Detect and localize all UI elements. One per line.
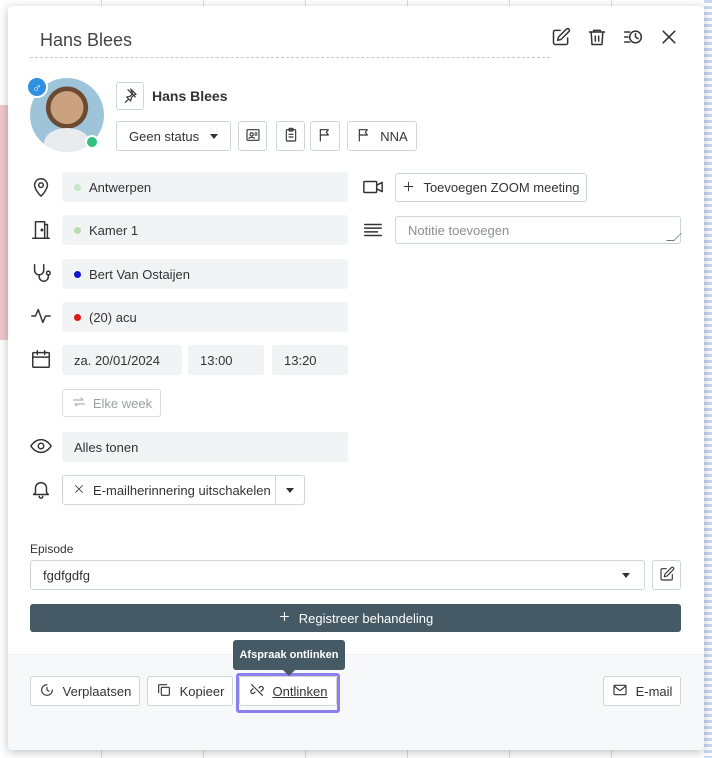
repeat-label: Elke week [92,395,153,411]
flag-nna-button[interactable]: NNA [347,121,417,151]
chevron-down-icon [210,133,218,139]
email-button[interactable]: E-mail [603,676,681,706]
door-icon [30,219,52,241]
activity-pulse-icon [30,305,52,327]
status-select[interactable]: Geen status [116,121,231,151]
calendar-icon [30,348,52,370]
header-actions [550,26,680,48]
online-status-dot [85,135,99,149]
date-field[interactable]: za. 20/01/2024 [62,345,182,375]
edit-icon [659,566,675,585]
appointment-title: Hans Blees [40,30,133,50]
avatar-shirt [44,128,90,152]
eye-icon [30,435,52,457]
unlink-label: Ontlinken [272,683,328,699]
trash-icon[interactable] [586,26,608,48]
episode-label: Episode [30,542,74,556]
note-placeholder: Notitie toevoegen [408,223,510,238]
chevron-down-icon [286,487,294,493]
register-treatment-button[interactable]: Registreer behandeling [30,604,681,632]
calendar-event-strip-right [704,0,712,758]
copy-icon [156,682,172,701]
episode-select[interactable]: fgdfgdfg [30,560,645,590]
mail-icon [612,682,628,701]
practitioner-color-dot [74,270,81,278]
location-color-dot [74,183,81,191]
copy-label: Kopieer [179,683,225,699]
repeat-button[interactable]: Elke week [62,389,161,417]
move-label: Verplaatsen [62,683,132,699]
note-textarea[interactable]: Notitie toevoegen [395,216,681,244]
room-value: Kamer 1 [89,222,139,238]
practitioner-value: Bert Van Ostaijen [89,266,190,282]
reminder-label: E-mailherinnering uitschakelen [93,482,271,498]
unlink-icon [249,682,265,701]
location-pin-icon [30,176,52,198]
visibility-value: Alles tonen [74,439,139,455]
close-icon [73,483,85,498]
practitioner-field[interactable]: Bert Van Ostaijen [62,259,348,289]
video-camera-icon [362,176,384,198]
location-field[interactable]: Antwerpen [62,172,348,202]
copy-button[interactable]: Kopieer [147,676,233,706]
start-time-field[interactable]: 13:00 [188,345,264,375]
clipboard-button[interactable] [276,121,305,151]
contact-card-icon [245,127,261,146]
status-select-value: Geen status [129,128,200,144]
register-treatment-label: Registreer behandeling [298,610,434,626]
unlink-button[interactable]: Ontlinken [239,676,337,706]
flag-button[interactable] [310,121,340,151]
flag-icon [356,127,372,146]
patient-name: Hans Blees [152,88,228,104]
treatment-value: (20) acu [89,309,137,325]
end-time-field[interactable]: 13:20 [272,345,348,375]
contact-card-button[interactable] [238,121,267,151]
treatment-field[interactable]: (20) acu [62,302,348,332]
clipboard-icon [283,127,299,146]
room-color-dot [74,226,81,234]
calendar-event-strip [0,105,8,340]
reminder-button[interactable]: E-mailherinnering uitschakelen [62,475,276,505]
pin-icon [122,87,138,106]
repeat-icon [71,394,87,413]
start-time-value: 13:00 [200,352,233,368]
move-button[interactable]: Verplaatsen [30,676,140,706]
notes-lines-icon [362,219,384,241]
stethoscope-icon [30,262,52,284]
add-zoom-meeting-button[interactable]: Toevoegen ZOOM meeting [395,173,587,202]
history-icon[interactable] [622,26,644,48]
chevron-down-icon [622,572,630,578]
edit-episode-button[interactable] [652,560,681,590]
close-icon[interactable] [658,26,680,48]
treatment-color-dot [74,313,81,321]
flag-icon [317,127,333,146]
unlink-tooltip: Afspraak ontlinken [233,640,345,676]
appointment-title-field[interactable]: Hans Blees [30,24,550,58]
date-value: za. 20/01/2024 [74,352,161,368]
add-zoom-meeting-label: Toevoegen ZOOM meeting [423,180,580,195]
plus-icon [278,610,291,626]
email-label: E-mail [635,683,673,699]
end-time-value: 13:20 [284,352,317,368]
flag-nna-label: NNA [380,128,408,144]
location-value: Antwerpen [89,179,152,195]
episode-value: fgdfgdfg [43,567,90,583]
bell-icon [30,478,52,500]
clock-rotate-icon [39,682,55,701]
room-field[interactable]: Kamer 1 [62,215,348,245]
gender-male-icon: ♂ [26,76,48,98]
reminder-dropdown-button[interactable] [275,475,305,505]
visibility-field[interactable]: Alles tonen [62,432,348,462]
appointment-modal: Hans Blees ♂ Hans Blees Geen status NNA … [8,6,704,750]
pin-button[interactable] [116,82,144,110]
edit-icon[interactable] [550,26,572,48]
plus-icon [402,180,415,196]
